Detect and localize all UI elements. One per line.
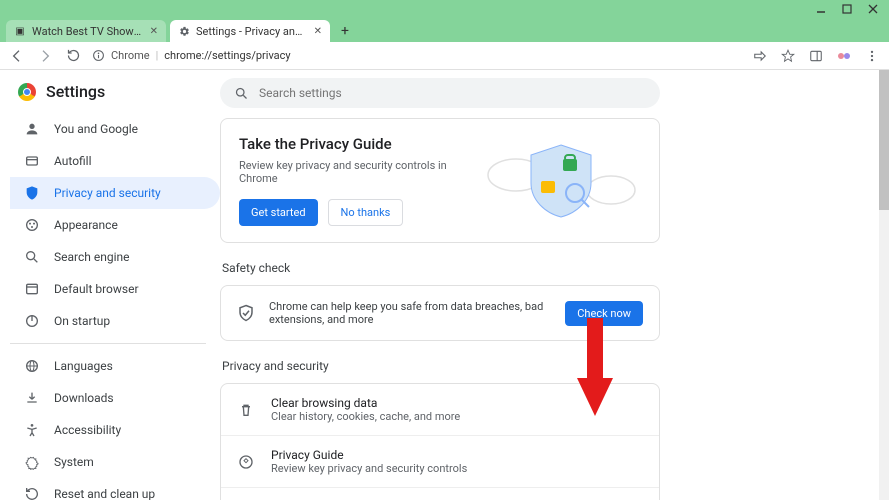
nav-label: System	[54, 455, 206, 469]
privacy-security-heading: Privacy and security	[222, 359, 662, 373]
nav-label: Appearance	[54, 218, 206, 232]
reload-button[interactable]	[64, 47, 82, 65]
tab-close-icon[interactable]: ✕	[314, 26, 322, 37]
nav-you-and-google[interactable]: You and Google	[10, 113, 220, 145]
shield-icon	[24, 185, 40, 201]
nav-languages[interactable]: Languages	[10, 350, 220, 382]
trash-icon	[237, 401, 255, 419]
safety-check-card: Chrome can help keep you safe from data …	[220, 285, 660, 341]
omnibox-url: chrome://settings/privacy	[164, 49, 290, 62]
promo-subtitle: Review key privacy and security controls…	[239, 159, 471, 185]
row-title: Privacy Guide	[271, 448, 643, 462]
browser-icon	[24, 281, 40, 297]
nav-autofill[interactable]: Autofill	[10, 145, 220, 177]
privacy-guide-illustration	[481, 135, 641, 225]
page-scrollbar-thumb[interactable]	[879, 70, 889, 210]
globe-icon	[24, 358, 40, 374]
row-title: Clear browsing data	[271, 396, 643, 410]
nav-label: Languages	[54, 359, 206, 373]
accessibility-icon	[24, 422, 40, 438]
nav-privacy-security[interactable]: Privacy and security	[10, 177, 220, 209]
nav-appearance[interactable]: Appearance	[10, 209, 220, 241]
system-icon	[24, 454, 40, 470]
address-bar[interactable]: Chrome | chrome://settings/privacy	[92, 49, 741, 62]
settings-search[interactable]	[220, 78, 660, 108]
omnibox-separator: |	[156, 49, 159, 62]
nav-label: Reset and clean up	[54, 487, 206, 500]
settings-search-input[interactable]	[259, 86, 646, 100]
window-maximize-button[interactable]	[839, 1, 855, 17]
forward-button[interactable]	[36, 47, 54, 65]
nav-label: Accessibility	[54, 423, 206, 437]
bookmark-icon[interactable]	[779, 47, 797, 65]
nav-search-engine[interactable]: Search engine	[10, 241, 220, 273]
omnibox-chip: Chrome	[111, 49, 150, 62]
nav-reset[interactable]: Reset and clean up	[10, 478, 220, 500]
side-panel-icon[interactable]	[807, 47, 825, 65]
favicon-icon: ▣	[14, 25, 26, 37]
safety-check-text: Chrome can help keep you safe from data …	[269, 300, 551, 326]
chrome-logo-icon	[18, 83, 36, 101]
nav-on-startup[interactable]: On startup	[10, 305, 220, 337]
nav-label: Downloads	[54, 391, 206, 405]
search-icon	[24, 249, 40, 265]
guide-icon	[237, 453, 255, 471]
tab-title: Settings - Privacy and security	[196, 25, 308, 38]
site-info-icon[interactable]	[92, 49, 105, 62]
window-titlebar	[0, 0, 889, 18]
nav-label: On startup	[54, 314, 206, 328]
nav-system[interactable]: System	[10, 446, 220, 478]
window-close-button[interactable]	[865, 1, 881, 17]
share-icon[interactable]	[751, 47, 769, 65]
person-icon	[24, 121, 40, 137]
settings-header: Settings	[10, 82, 220, 113]
nav-divider	[10, 343, 206, 344]
tab-title: Watch Best TV Shows, Serials, S…	[32, 25, 144, 38]
row-subtitle: Clear history, cookies, cache, and more	[271, 410, 643, 423]
power-icon	[24, 313, 40, 329]
browser-toolbar: Chrome | chrome://settings/privacy	[0, 42, 889, 70]
profile-avatar-icon[interactable]	[835, 47, 853, 65]
window-minimize-button[interactable]	[813, 1, 829, 17]
nav-downloads[interactable]: Downloads	[10, 382, 220, 414]
promo-title: Take the Privacy Guide	[239, 135, 471, 153]
autofill-icon	[24, 153, 40, 169]
nav-label: Default browser	[54, 282, 206, 296]
get-started-button[interactable]: Get started	[239, 199, 318, 226]
download-icon	[24, 390, 40, 406]
row-clear-browsing-data[interactable]: Clear browsing data Clear history, cooki…	[221, 384, 659, 436]
nav-label: Privacy and security	[54, 186, 206, 200]
shield-check-icon	[237, 304, 255, 322]
check-now-button[interactable]: Check now	[565, 301, 643, 326]
browser-tabstrip: ▣ Watch Best TV Shows, Serials, S… ✕ Set…	[0, 18, 889, 42]
row-privacy-guide[interactable]: Privacy Guide Review key privacy and sec…	[221, 436, 659, 488]
tab-close-icon[interactable]: ✕	[150, 26, 158, 37]
row-cookies[interactable]: Cookies and other site data Third-party …	[221, 488, 659, 500]
nav-label: You and Google	[54, 122, 206, 136]
privacy-guide-promo: Take the Privacy Guide Review key privac…	[220, 118, 660, 243]
new-tab-button[interactable]: +	[334, 20, 356, 42]
reset-icon	[24, 486, 40, 500]
row-subtitle: Review key privacy and security controls	[271, 462, 643, 475]
search-icon	[234, 86, 249, 101]
browser-menu-button[interactable]	[863, 47, 881, 65]
privacy-settings-list: Clear browsing data Clear history, cooki…	[220, 383, 660, 500]
no-thanks-button[interactable]: No thanks	[328, 199, 404, 226]
nav-default-browser[interactable]: Default browser	[10, 273, 220, 305]
nav-label: Autofill	[54, 154, 206, 168]
settings-title: Settings	[46, 82, 105, 101]
appearance-icon	[24, 217, 40, 233]
nav-accessibility[interactable]: Accessibility	[10, 414, 220, 446]
browser-tab-1[interactable]: ▣ Watch Best TV Shows, Serials, S… ✕	[6, 20, 166, 42]
settings-favicon-icon	[178, 25, 190, 37]
nav-label: Search engine	[54, 250, 206, 264]
browser-tab-2[interactable]: Settings - Privacy and security ✕	[170, 20, 330, 42]
back-button[interactable]	[8, 47, 26, 65]
safety-check-heading: Safety check	[222, 261, 662, 275]
